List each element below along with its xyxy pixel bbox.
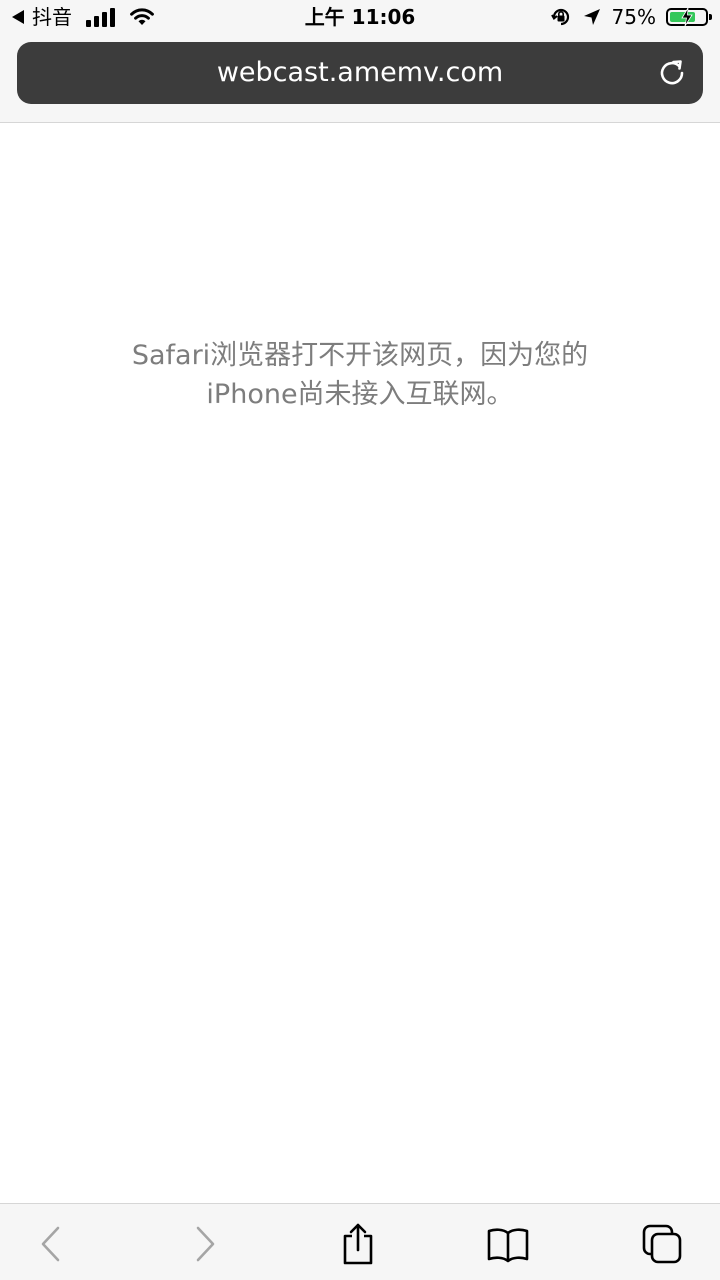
url-text[interactable]: webcast.amemv.com <box>17 56 703 90</box>
location-arrow-icon <box>583 9 600 25</box>
safari-screen: 抖音 上午 11:06 75% webcast.amemv.com Safari… <box>0 0 720 1280</box>
reload-icon[interactable] <box>657 58 687 88</box>
error-message: Safari浏览器打不开该网页，因为您的 iPhone尚未接入互联网。 <box>80 336 640 414</box>
back-button[interactable] <box>28 1222 72 1266</box>
status-right: 75% <box>550 5 712 29</box>
error-line-1: Safari浏览器打不开该网页，因为您的 <box>131 340 589 371</box>
bookmarks-icon <box>487 1228 529 1263</box>
battery-charging-icon <box>666 8 712 26</box>
bottom-toolbar <box>0 1203 720 1280</box>
tabs-button[interactable] <box>640 1222 684 1266</box>
bookmarks-button[interactable] <box>486 1222 530 1266</box>
url-bar[interactable]: webcast.amemv.com <box>17 42 703 104</box>
status-bar: 抖音 上午 11:06 75% <box>0 0 720 36</box>
error-line-2: iPhone尚未接入互联网。 <box>206 379 514 410</box>
url-bar-area: webcast.amemv.com <box>0 36 720 123</box>
forward-icon <box>196 1226 215 1262</box>
share-button[interactable] <box>336 1222 380 1266</box>
orientation-lock-icon <box>550 8 569 26</box>
forward-button[interactable] <box>184 1222 228 1266</box>
battery-percent: 75% <box>611 5 656 29</box>
share-icon <box>343 1223 373 1265</box>
tabs-icon <box>642 1224 682 1264</box>
back-icon <box>41 1226 60 1262</box>
